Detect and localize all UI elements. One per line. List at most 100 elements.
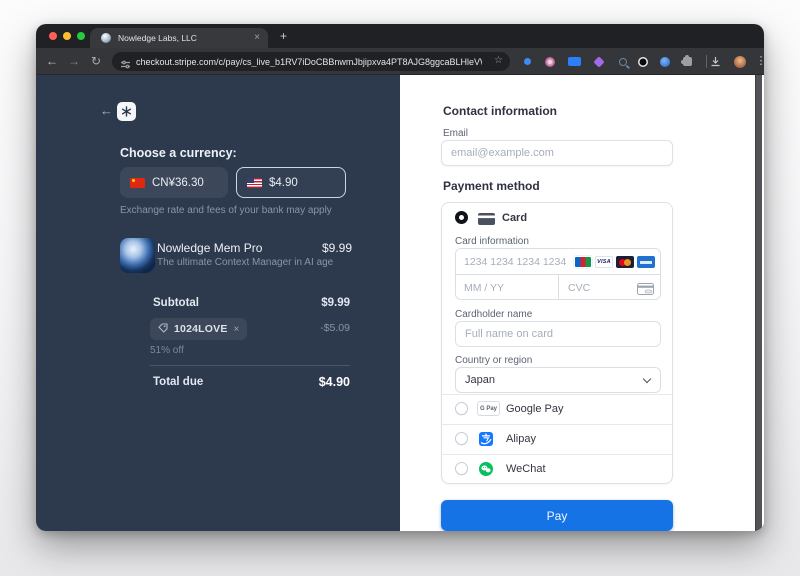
currency-option-cny[interactable]: CN¥36.30 [120, 167, 228, 198]
country-select[interactable]: Japan [455, 367, 661, 393]
coupon-code: 1024LOVE [174, 323, 228, 335]
wechat-icon [479, 462, 493, 481]
country-label: Country or region [455, 355, 533, 366]
currency-heading: Choose a currency: [120, 146, 237, 160]
card-radio-selected[interactable] [455, 211, 468, 224]
card-option-label: Card [502, 212, 528, 224]
url-text: checkout.stripe.com/c/pay/cs_live_b1RV7i… [136, 57, 482, 67]
product-app-icon [120, 238, 155, 273]
currency-usd-label: $4.90 [269, 176, 298, 189]
alipay-icon [479, 432, 493, 451]
payment-methods-box: Card Card information VISA [441, 202, 673, 484]
pay-button[interactable]: Pay [441, 500, 673, 531]
bookmark-star-icon[interactable]: ☆ [494, 55, 503, 66]
googlepay-icon: G Pay [477, 401, 500, 416]
coupon-discount: -$5.09 [320, 322, 350, 334]
chevron-down-icon [642, 374, 652, 384]
subtotal-value: $9.99 [321, 297, 350, 309]
card-brand-icons: VISA [574, 256, 655, 268]
order-summary-panel: ← Choose a currency: CN¥36.30 $4.90 Exch… [36, 75, 400, 531]
extension-record-icon[interactable] [634, 48, 652, 75]
coupon-tag-icon [158, 320, 168, 338]
coupon-chip: 1024LOVE × [150, 318, 248, 340]
wechat-label: WeChat [506, 463, 546, 475]
card-inputs-group: VISA [455, 248, 661, 300]
country-value: Japan [465, 374, 495, 386]
email-label: Email [443, 128, 469, 139]
exchange-note: Exchange rate and fees of your bank may … [120, 205, 332, 216]
amex-icon [637, 256, 655, 268]
card-number-field[interactable] [456, 249, 576, 274]
visa-icon: VISA [595, 256, 613, 268]
product-price: $9.99 [321, 241, 352, 255]
googlepay-option-row[interactable]: G Pay Google Pay [442, 394, 672, 424]
cvc-field[interactable] [560, 275, 630, 299]
extensions-puzzle-icon[interactable] [678, 48, 696, 75]
extension-spark-icon[interactable] [590, 48, 608, 75]
summary-divider [150, 365, 350, 366]
mastercard-icon [616, 256, 634, 268]
payment-method-heading: Payment method [443, 179, 540, 193]
browser-titlebar: Nowledge Labs, LLC × + [36, 24, 764, 48]
subtotal-label: Subtotal [153, 297, 199, 309]
cn-flag-icon [130, 177, 145, 188]
currency-option-usd-selected[interactable]: $4.90 [236, 167, 346, 198]
product-description: The ultimate Context Manager in AI age [157, 257, 334, 268]
currency-cny-label: CN¥36.30 [152, 176, 204, 189]
reload-icon[interactable]: ↻ [88, 48, 104, 75]
email-field[interactable] [441, 140, 673, 166]
browser-toolbar: ← → ↻ checkout.stripe.com/c/pay/cs_live_… [36, 48, 764, 75]
back-arrow-icon[interactable]: ← [100, 103, 113, 118]
site-settings-icon[interactable] [120, 57, 131, 75]
tab-close-icon[interactable]: × [254, 32, 260, 44]
screenshot-stage: Nowledge Labs, LLC × + ← → ↻ checkout.st… [0, 0, 800, 576]
wechat-radio[interactable] [455, 462, 468, 475]
coupon-remove-icon[interactable]: × [234, 324, 240, 335]
total-due-label: Total due [153, 376, 204, 388]
extension-pin-icon[interactable] [518, 48, 536, 75]
cardholder-name-label: Cardholder name [455, 309, 533, 320]
googlepay-radio[interactable] [455, 402, 468, 415]
back-icon[interactable]: ← [44, 48, 60, 75]
page-scrollbar[interactable] [755, 75, 762, 531]
profile-avatar[interactable] [731, 48, 749, 75]
forward-icon[interactable]: → [66, 48, 82, 75]
browser-tab[interactable]: Nowledge Labs, LLC × [90, 28, 268, 48]
contact-heading: Contact information [443, 104, 557, 118]
window-minimize-button[interactable] [63, 32, 71, 40]
window-zoom-button[interactable] [77, 32, 85, 40]
alipay-option-row[interactable]: Alipay [442, 424, 672, 454]
product-name: Nowledge Mem Pro [157, 241, 263, 255]
us-flag-icon [247, 177, 262, 188]
total-due-value: $4.90 [318, 375, 350, 389]
pay-button-label: Pay [546, 508, 568, 523]
extension-card-icon[interactable] [565, 48, 583, 75]
window-close-button[interactable] [49, 32, 57, 40]
tab-title: Nowledge Labs, LLC [118, 33, 197, 43]
downloads-icon[interactable] [706, 48, 724, 75]
alipay-label: Alipay [506, 433, 536, 445]
card-expiry-cvc-row [456, 275, 660, 299]
cardholder-name-field[interactable] [455, 321, 661, 347]
googlepay-label: Google Pay [506, 403, 564, 415]
jcb-icon [574, 256, 592, 268]
alipay-radio[interactable] [455, 432, 468, 445]
new-tab-button[interactable]: + [280, 28, 287, 44]
card-information-label: Card information [455, 236, 529, 247]
tab-favicon-icon [101, 33, 111, 43]
extension-blue-icon[interactable] [656, 48, 674, 75]
card-option-row[interactable]: Card [442, 203, 672, 233]
payment-form-panel: Contact information Email Payment method… [400, 75, 764, 531]
extension-flower-icon[interactable] [541, 48, 559, 75]
extension-search-icon[interactable] [614, 48, 632, 75]
browser-window: Nowledge Labs, LLC × + ← → ↻ checkout.st… [36, 24, 764, 531]
card-number-row: VISA [456, 249, 660, 275]
card-icon [478, 212, 495, 230]
address-bar[interactable]: checkout.stripe.com/c/pay/cs_live_b1RV7i… [112, 52, 510, 71]
browser-menu-icon[interactable]: ⋮ [752, 48, 765, 75]
merchant-logo [117, 102, 136, 121]
coupon-note: 51% off [150, 345, 184, 356]
wechat-option-row[interactable]: WeChat [442, 454, 672, 483]
expiry-field[interactable] [456, 275, 559, 299]
checkout-page: ← Choose a currency: CN¥36.30 $4.90 Exch… [36, 75, 764, 531]
